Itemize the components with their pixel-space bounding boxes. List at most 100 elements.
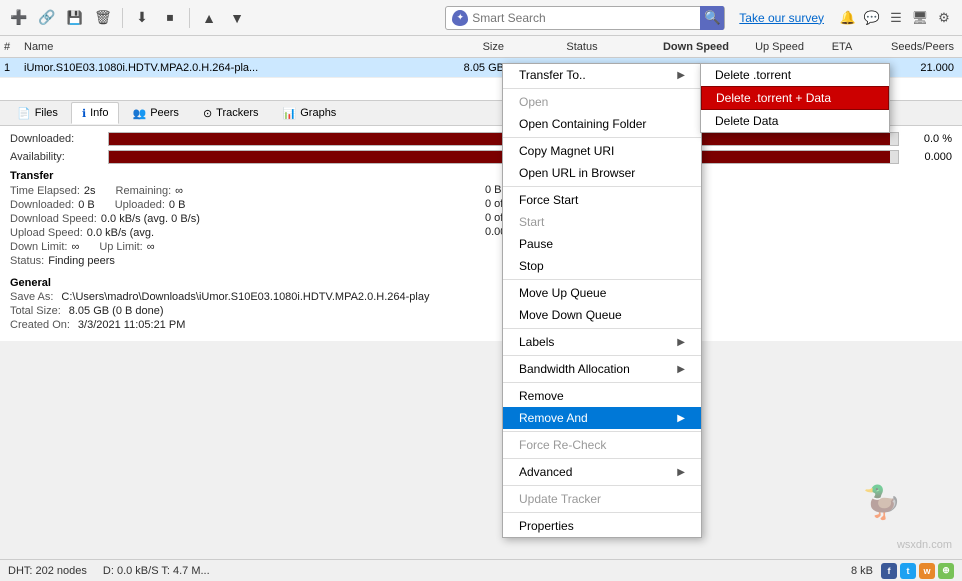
downloaded-transfer-row: Downloaded: 0 B Uploaded: 0 B bbox=[10, 199, 477, 211]
downloaded-fill bbox=[109, 133, 890, 145]
toolbar-separator-2 bbox=[189, 8, 190, 28]
ctx-sep-10 bbox=[503, 485, 701, 486]
files-icon: 📄 bbox=[17, 107, 31, 120]
ctx-transfer-arrow: ▶ bbox=[677, 70, 685, 81]
availability-label: Availability: bbox=[10, 151, 100, 163]
chat-icon[interactable]: 💬 bbox=[862, 8, 882, 28]
created-on-key: Created On: bbox=[10, 319, 70, 331]
tab-files[interactable]: 📄 Files bbox=[6, 102, 69, 124]
submenu-delete-torrent[interactable]: Delete .torrent bbox=[701, 64, 889, 86]
social-icons: f t w ⊕ bbox=[881, 563, 954, 579]
time-elapsed-row: Time Elapsed: 2s Remaining: ∞ bbox=[10, 185, 477, 197]
ctx-move-up[interactable]: Move Up Queue bbox=[503, 282, 701, 304]
ctx-stop[interactable]: Stop bbox=[503, 255, 701, 277]
status-bar: DHT: 202 nodes D: 0.0 kB/S T: 4.7 M... 8… bbox=[0, 559, 962, 581]
ctx-remove-and-arrow: ▶ bbox=[677, 413, 685, 424]
status-val: Finding peers bbox=[48, 255, 115, 267]
submenu-delete-torrent-data[interactable]: Delete .torrent + Data bbox=[701, 86, 889, 110]
tab-info[interactable]: ℹ Info bbox=[71, 102, 120, 124]
download-speed-row: Download Speed: 0.0 kB/s (avg. 0 B/s) bbox=[10, 213, 477, 225]
ctx-sep-1 bbox=[503, 88, 701, 89]
ctx-labels[interactable]: Labels ▶ bbox=[503, 331, 701, 353]
download-icon[interactable]: ⬇ bbox=[131, 7, 153, 29]
created-on-row: Created On: 3/3/2021 11:05:21 PM bbox=[10, 319, 952, 331]
delete-icon[interactable]: 🗑 bbox=[92, 7, 114, 29]
list-icon[interactable]: ☰ bbox=[886, 8, 906, 28]
ctx-open[interactable]: Open bbox=[503, 91, 701, 113]
tab-trackers[interactable]: ⊙ Trackers bbox=[192, 102, 270, 124]
right-icons: 🔔 💬 ☰ 🖥 ⚙ bbox=[838, 8, 954, 28]
graphs-icon: 📊 bbox=[283, 107, 297, 120]
ctx-advanced[interactable]: Advanced ▶ bbox=[503, 461, 701, 483]
cell-name: iUmor.S10E03.1080i.HDTV.MPA2.0.H.264-pla… bbox=[20, 62, 432, 74]
created-on-val: 3/3/2021 11:05:21 PM bbox=[78, 319, 185, 331]
status-right: 8 kB f t w ⊕ bbox=[851, 563, 954, 579]
status-row: Status: Finding peers bbox=[10, 255, 477, 267]
tab-peers[interactable]: 👥 Peers bbox=[121, 102, 189, 124]
downloaded-row: Downloaded: 0.0 % bbox=[10, 132, 952, 146]
total-size-key: Total Size: bbox=[10, 305, 61, 317]
save-as-val: C:\Users\madro\Downloads\iUmor.S10E03.10… bbox=[61, 291, 429, 303]
uploaded-val: 0 B bbox=[169, 199, 186, 211]
col-name: Name bbox=[20, 41, 432, 53]
search-input[interactable] bbox=[472, 11, 696, 25]
tab-files-label: Files bbox=[35, 107, 58, 119]
general-title: General bbox=[10, 277, 952, 289]
ctx-transfer-to[interactable]: Transfer To.. ▶ bbox=[503, 64, 701, 86]
downloaded-pct: 0.0 % bbox=[907, 133, 952, 145]
availability-fill bbox=[109, 151, 890, 163]
add-link-icon[interactable]: 🔗 bbox=[36, 7, 58, 29]
ctx-copy-magnet[interactable]: Copy Magnet URI bbox=[503, 140, 701, 162]
android-icon[interactable]: ⊕ bbox=[938, 563, 954, 579]
ctx-sep-8 bbox=[503, 431, 701, 432]
down-limit-key: Down Limit: bbox=[10, 241, 67, 253]
gear-icon[interactable]: ⚙ bbox=[934, 8, 954, 28]
cell-size: 8.05 GB bbox=[432, 62, 512, 74]
detail-content: Downloaded: 0.0 % Availability: 0.000 Tr… bbox=[0, 126, 962, 341]
ctx-advanced-arrow: ▶ bbox=[677, 467, 685, 478]
move-down-icon[interactable]: ▼ bbox=[226, 7, 248, 29]
peers-icon: 👥 bbox=[132, 107, 146, 120]
ctx-sep-11 bbox=[503, 512, 701, 513]
remaining-val: ∞ bbox=[175, 185, 183, 197]
ctx-bandwidth[interactable]: Bandwidth Allocation ▶ bbox=[503, 358, 701, 380]
ctx-force-start[interactable]: Force Start bbox=[503, 189, 701, 211]
ctx-remove[interactable]: Remove bbox=[503, 385, 701, 407]
tab-graphs[interactable]: 📊 Graphs bbox=[272, 102, 348, 124]
ctx-force-recheck[interactable]: Force Re-Check bbox=[503, 434, 701, 456]
save-as-key: Save As: bbox=[10, 291, 53, 303]
bell-icon[interactable]: 🔔 bbox=[838, 8, 858, 28]
search-button[interactable]: 🔍 bbox=[700, 6, 724, 30]
facebook-icon[interactable]: f bbox=[881, 563, 897, 579]
add-torrent-icon[interactable]: ➕ bbox=[8, 7, 30, 29]
ctx-open-url[interactable]: Open URL in Browser bbox=[503, 162, 701, 184]
ctx-labels-text: Labels bbox=[519, 335, 554, 349]
ctx-sep-3 bbox=[503, 186, 701, 187]
survey-link[interactable]: Take our survey bbox=[739, 11, 824, 25]
monitor-icon[interactable]: 🖥 bbox=[910, 8, 930, 28]
remaining-key: Remaining: bbox=[116, 185, 172, 197]
time-elapsed-key: Time Elapsed: bbox=[10, 185, 80, 197]
save-icon[interactable]: 💾 bbox=[64, 7, 86, 29]
ctx-move-down[interactable]: Move Down Queue bbox=[503, 304, 701, 326]
ctx-properties[interactable]: Properties bbox=[503, 515, 701, 537]
context-menu: Transfer To.. ▶ Open Open Containing Fol… bbox=[502, 63, 702, 538]
ctx-pause[interactable]: Pause bbox=[503, 233, 701, 255]
stop-icon[interactable]: ⏹ bbox=[159, 7, 181, 29]
col-status: Status bbox=[512, 41, 652, 53]
transfer-title: Transfer bbox=[10, 170, 477, 182]
save-as-row: Save As: C:\Users\madro\Downloads\iUmor.… bbox=[10, 291, 952, 303]
twitter-icon[interactable]: t bbox=[900, 563, 916, 579]
ctx-remove-and[interactable]: Remove And ▶ bbox=[503, 407, 701, 429]
ctx-update-tracker[interactable]: Update Tracker bbox=[503, 488, 701, 510]
move-up-icon[interactable]: ▲ bbox=[198, 7, 220, 29]
ctx-remove-and-text: Remove And bbox=[519, 411, 588, 425]
ctx-start[interactable]: Start bbox=[503, 211, 701, 233]
ctx-open-folder[interactable]: Open Containing Folder bbox=[503, 113, 701, 135]
col-size: Size bbox=[432, 41, 512, 53]
ctx-sep-4 bbox=[503, 279, 701, 280]
col-down-speed: Down Speed bbox=[652, 41, 737, 53]
download-speed-key: Download Speed: bbox=[10, 213, 97, 225]
submenu-delete-data[interactable]: Delete Data bbox=[701, 110, 889, 132]
web-icon[interactable]: w bbox=[919, 563, 935, 579]
